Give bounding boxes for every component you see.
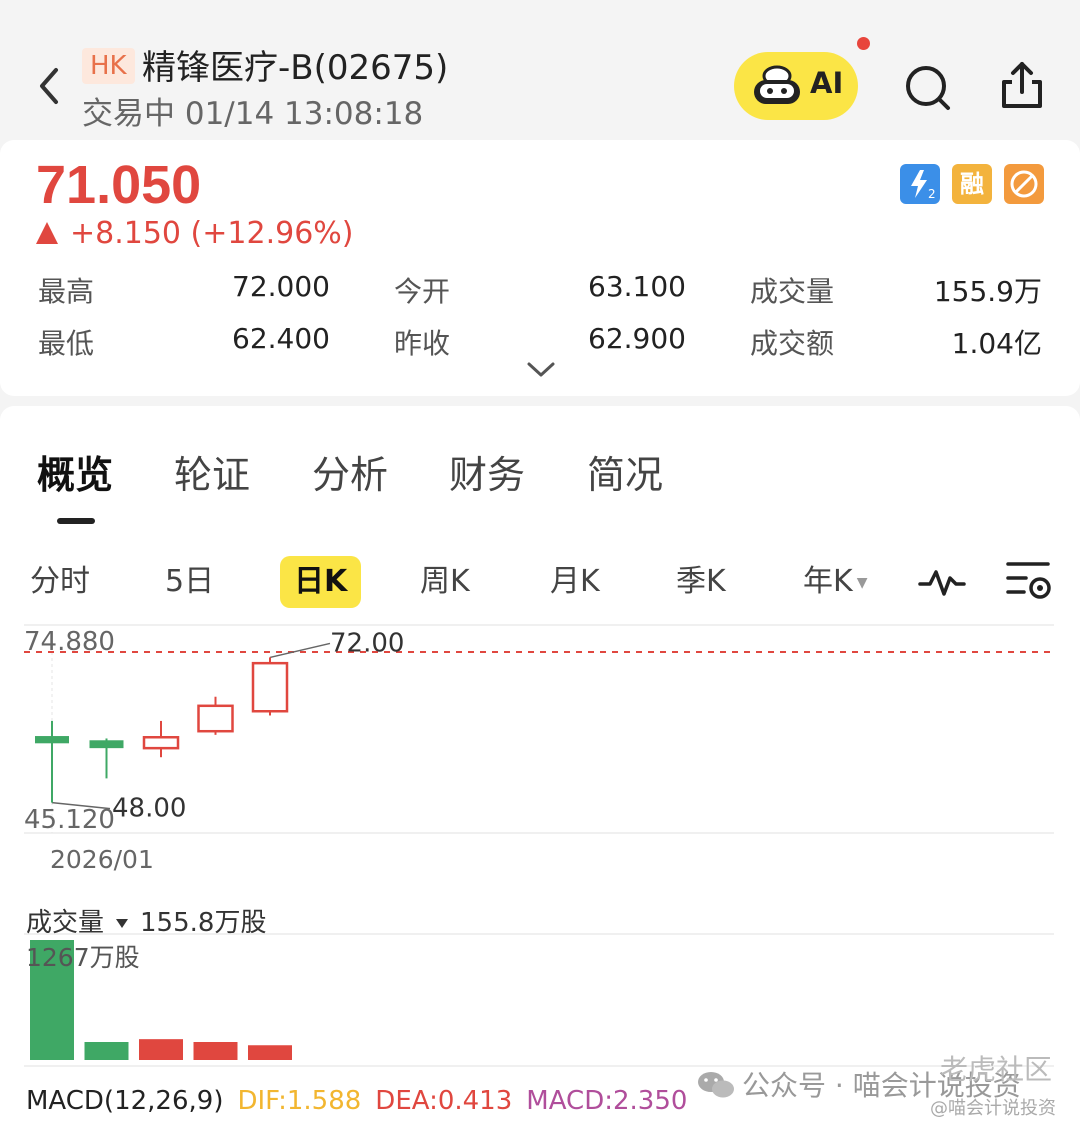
macd-dea: DEA:0.413: [375, 1086, 513, 1116]
chart-settings-button[interactable]: [1004, 558, 1054, 606]
y-axis-top-label: 74.880: [24, 627, 115, 657]
caret-down-icon: ▼: [856, 575, 868, 591]
share-icon: [1002, 62, 1042, 108]
search-icon: [906, 66, 950, 110]
no-short-badge-icon[interactable]: [1004, 164, 1044, 204]
volume-bar: [84, 1042, 129, 1060]
stat-label-turnover: 成交额: [750, 327, 835, 360]
wechat-icon: [698, 1072, 734, 1098]
tab-financials[interactable]: 财务: [449, 444, 525, 499]
high-marker-leader: [269, 642, 331, 659]
tab-underline: [57, 518, 95, 524]
volume-value: 155.8万股: [140, 908, 267, 938]
volume-bar: [193, 1042, 238, 1060]
candle-body: [251, 661, 289, 713]
volume-bar: [139, 1039, 183, 1060]
watermark-brand: 老虎社区: [940, 1053, 1053, 1086]
tab-analysis[interactable]: 分析: [312, 444, 388, 499]
robot-icon: [754, 65, 800, 104]
stat-label-open: 今开: [394, 275, 451, 308]
candlestick-chart[interactable]: 74.880 45.120 2026/01 72.00 48.00 1267万股: [0, 612, 1080, 1082]
indicator-button[interactable]: [918, 562, 966, 602]
macd-legend[interactable]: MACD(12,26,9) DIF:1.588 DEA:0.413 MACD:2.35…: [26, 1086, 701, 1116]
margin-badge[interactable]: 融: [952, 164, 992, 204]
volume-bar: [248, 1045, 292, 1060]
candle-body: [89, 740, 124, 749]
candle-body: [197, 704, 234, 733]
stat-label-prev-close: 昨收: [394, 327, 451, 360]
stat-value-high: 72.000: [232, 270, 330, 303]
caret-down-icon: [116, 919, 129, 928]
svg-text:2: 2: [928, 187, 936, 201]
expand-quote-button[interactable]: [524, 358, 558, 382]
share-button[interactable]: [994, 58, 1050, 114]
stat-value-volume: 155.9万: [933, 275, 1042, 308]
period-intraday[interactable]: 分时: [30, 556, 90, 608]
tab-profile[interactable]: 简况: [587, 444, 663, 499]
tab-warrants[interactable]: 轮证: [174, 444, 250, 499]
watermark-handle: @喵会计说投资: [930, 1098, 1056, 1119]
notification-dot: [857, 37, 870, 50]
ai-label: AI: [810, 66, 844, 100]
market-badge: HK: [82, 48, 135, 84]
period-5day[interactable]: 5日: [165, 556, 214, 608]
pulse-icon: [918, 570, 966, 596]
candle-body: [142, 736, 180, 750]
stat-label-low: 最低: [38, 327, 95, 360]
stock-name: 精锋医疗-B(02675): [142, 48, 449, 88]
candles-group: [35, 657, 289, 803]
price-change: +8.150 (+12.96%): [36, 216, 354, 251]
stat-value-prev-close: 62.900: [588, 322, 686, 355]
chevron-left-icon: [40, 68, 58, 104]
high-marker-label: 72.00: [330, 628, 404, 658]
y-axis-bottom-label: 45.120: [24, 805, 115, 835]
volume-max-label: 1267万股: [26, 943, 140, 972]
macd-value: MACD:2.350: [526, 1086, 688, 1116]
macd-title: MACD(12,26,9): [26, 1086, 224, 1116]
candle-body: [35, 736, 69, 744]
stat-value-turnover: 1.04亿: [951, 327, 1042, 360]
volume-title: 成交量: [26, 908, 105, 938]
back-button[interactable]: [30, 60, 70, 110]
stat-label-volume: 成交量: [750, 275, 835, 308]
stat-label-high: 最高: [38, 275, 95, 308]
up-arrow-icon: [36, 222, 58, 244]
stat-value-open: 63.100: [588, 270, 686, 303]
x-axis-date-label: 2026/01: [50, 845, 154, 874]
volume-header[interactable]: 成交量 155.8万股: [26, 902, 266, 939]
low-marker-label: 48.00: [112, 794, 186, 824]
period-yearly-k[interactable]: 年K ▼: [803, 556, 867, 608]
period-weekly-k[interactable]: 周K: [420, 556, 470, 608]
current-price: 71.050: [36, 155, 202, 215]
stat-value-low: 62.400: [232, 322, 330, 355]
header: HK 精锋医疗-B(02675) 交易中 01/14 13:08:18 AI: [0, 0, 1080, 140]
quote-card: 71.050 +8.150 (+12.96%) 2 融 最高 72.000 今开…: [0, 140, 1080, 396]
search-button[interactable]: [900, 60, 956, 116]
period-quarterly-k[interactable]: 季K: [676, 556, 726, 608]
period-monthly-k[interactable]: 月K: [550, 556, 600, 608]
connect-badge-icon[interactable]: 2: [900, 164, 940, 204]
tab-overview[interactable]: 概览: [37, 444, 113, 499]
price-change-text: +8.150 (+12.96%): [70, 216, 354, 251]
ai-assistant-button[interactable]: AI: [734, 52, 858, 120]
chevron-down-icon: [527, 362, 555, 377]
macd-dif: DIF:1.588: [237, 1086, 362, 1116]
period-yearly-k-label: 年K: [803, 564, 853, 599]
settings-list-icon: [1006, 562, 1051, 599]
period-daily-k[interactable]: 日K: [280, 556, 362, 608]
trade-status: 交易中 01/14 13:08:18: [82, 96, 424, 132]
